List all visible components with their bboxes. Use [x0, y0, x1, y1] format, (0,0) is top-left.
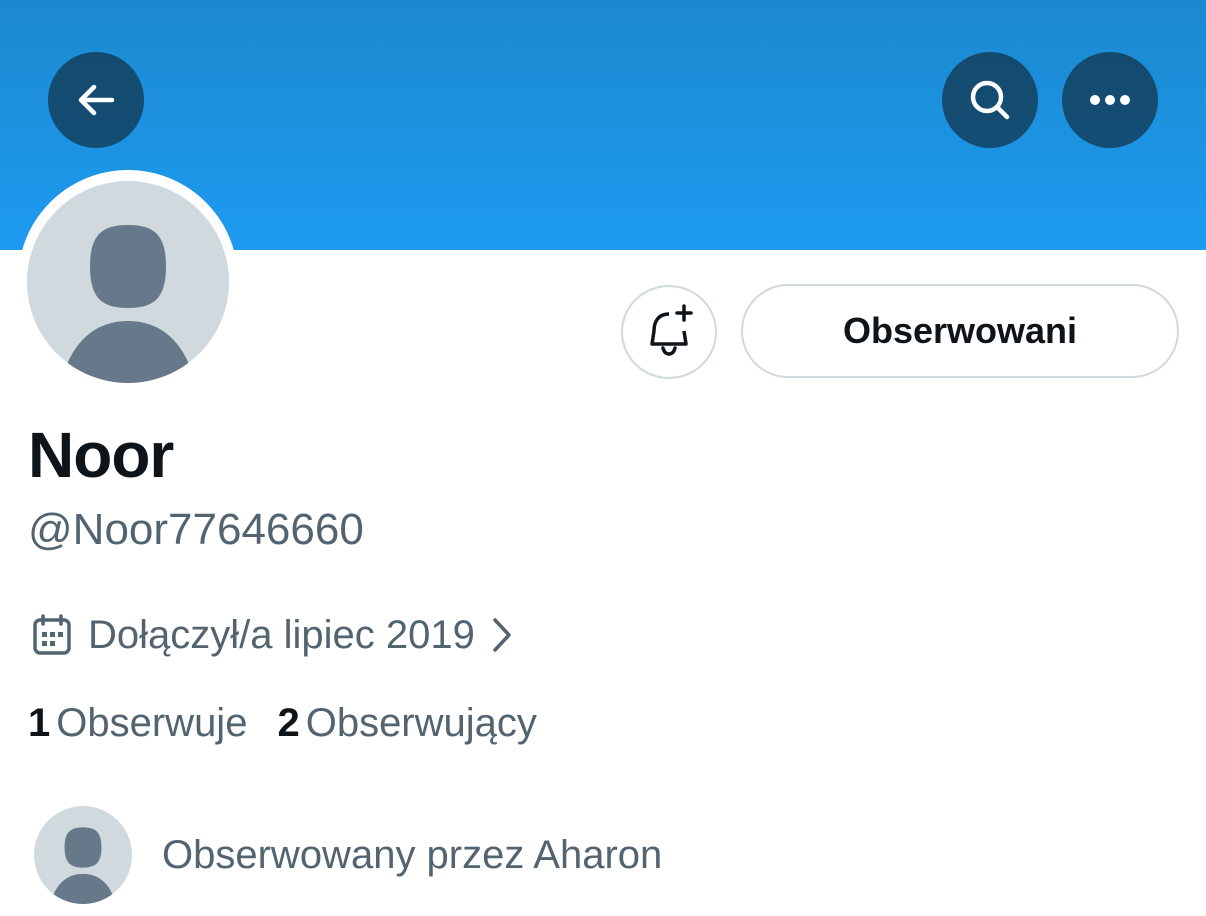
profile-page: Obserwowani Noor @Noor77646660 Dołączył/… [0, 0, 1206, 916]
follower-avatar [34, 806, 132, 904]
following-stat[interactable]: 1 Obserwuje [28, 701, 247, 746]
following-button[interactable]: Obserwowani [741, 284, 1179, 378]
more-horizontal-icon [1088, 93, 1132, 107]
follow-stats: 1 Obserwuje 2 Obserwujący [28, 698, 537, 748]
notifications-button[interactable] [621, 285, 717, 379]
bell-plus-icon [644, 303, 694, 361]
followed-by-text: Obserwowany przez Aharon [162, 832, 663, 877]
following-label: Obserwuje [56, 700, 248, 745]
user-handle: @Noor77646660 [28, 505, 364, 554]
followers-label: Obserwujący [305, 700, 537, 745]
display-name: Noor [28, 419, 174, 491]
default-avatar-icon [65, 225, 191, 383]
more-options-button[interactable] [1062, 52, 1158, 148]
profile-avatar[interactable] [27, 181, 229, 383]
chevron-right-icon [491, 616, 513, 654]
arrow-left-icon [74, 78, 118, 122]
search-button[interactable] [942, 52, 1038, 148]
joined-date-text: Dołączył/a lipiec 2019 [88, 612, 475, 657]
back-button[interactable] [48, 52, 144, 148]
followers-stat[interactable]: 2 Obserwujący [277, 701, 536, 746]
joined-date-row[interactable]: Dołączył/a lipiec 2019 [32, 610, 513, 660]
calendar-icon [32, 614, 72, 656]
following-count: 1 [28, 700, 51, 745]
followers-count: 2 [277, 700, 300, 745]
followed-by-row[interactable]: Obserwowany przez Aharon [34, 806, 662, 904]
search-icon [966, 76, 1014, 124]
default-avatar-icon [52, 827, 114, 904]
